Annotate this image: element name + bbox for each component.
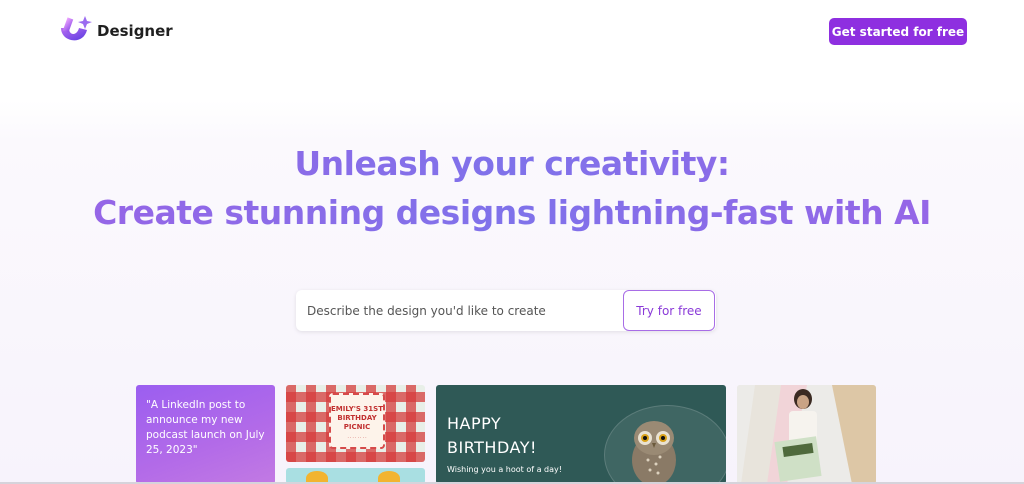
hero-heading-line1: Unleash your creativity: — [0, 144, 1024, 183]
hero-heading-line2: Create stunning designs lightning-fast w… — [0, 193, 1024, 232]
gallery-card-linkedin[interactable]: "A LinkedIn post to announce my new podc… — [136, 385, 275, 484]
gallery-card-picnic[interactable]: EMILY'S 31ST BIRTHDAY PICNIC · · · · · ·… — [286, 385, 425, 462]
collage-image — [737, 385, 876, 484]
get-started-button[interactable]: Get started for free — [829, 18, 967, 45]
designer-logo-icon[interactable] — [57, 14, 93, 48]
site-header: Designer Get started for free — [0, 0, 1024, 64]
birthday-heading-line2: BIRTHDAY! — [447, 438, 537, 457]
picnic-subtext: · · · · · · · · — [347, 435, 367, 440]
owl-image — [632, 421, 676, 484]
design-prompt-input[interactable] — [296, 290, 622, 331]
gallery-card-birthday[interactable]: HAPPY BIRTHDAY! Wishing you a hoot of a … — [436, 385, 726, 484]
try-for-free-button[interactable]: Try for free — [623, 290, 715, 331]
design-prompt-box: Try for free — [296, 290, 716, 331]
picnic-invite: EMILY'S 31ST BIRTHDAY PICNIC · · · · · ·… — [329, 393, 385, 449]
gallery-card-photo-collage[interactable] — [737, 385, 876, 484]
brand-name[interactable]: Designer — [97, 22, 173, 40]
birthday-subtext: Wishing you a hoot of a day! — [447, 465, 562, 474]
birthday-heading-line1: HAPPY — [447, 414, 502, 433]
linkedin-card-text: "A LinkedIn post to announce my new podc… — [146, 399, 265, 456]
picnic-title: EMILY'S 31ST BIRTHDAY PICNIC — [331, 405, 383, 431]
